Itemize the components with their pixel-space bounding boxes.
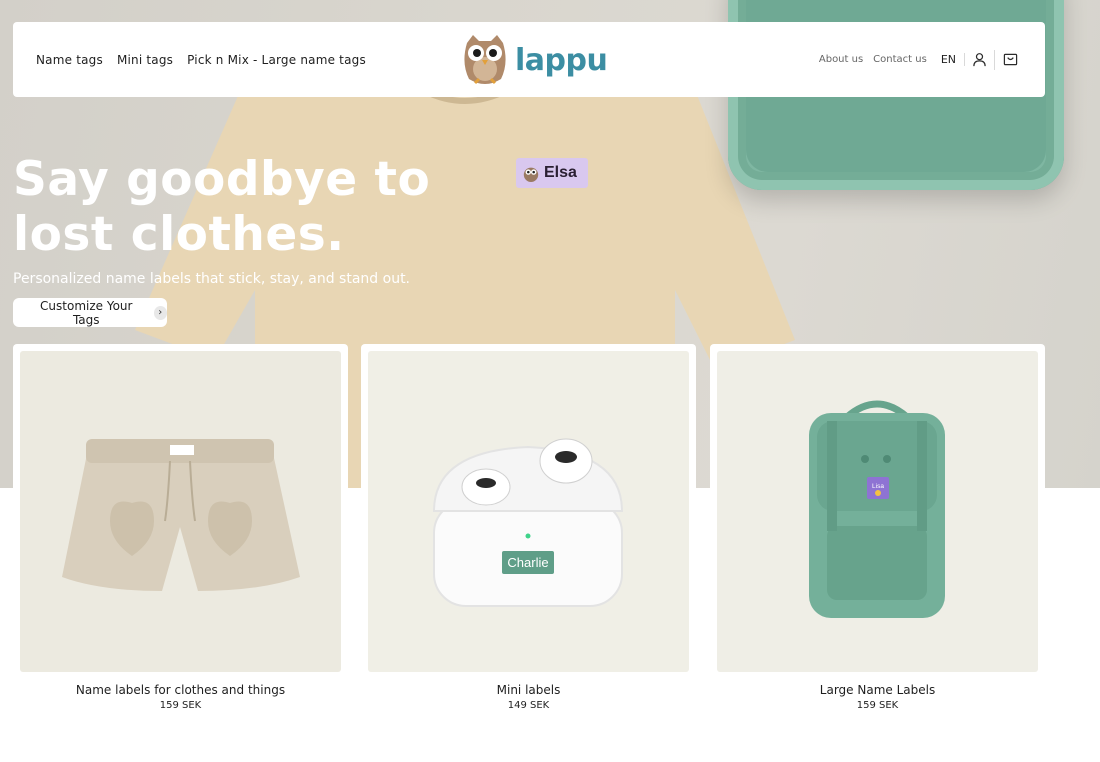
backpack-label-text: Lisa: [872, 483, 884, 490]
product-price: 159 SEK: [159, 700, 202, 711]
nav-pick-n-mix[interactable]: Pick n Mix - Large name tags: [187, 53, 366, 67]
product-title[interactable]: Large Name Labels: [710, 683, 1045, 697]
customize-tags-button[interactable]: Customize Your Tags ›: [13, 298, 167, 327]
logo-text: lappu: [515, 42, 608, 78]
product-image-backpack: Lisa: [717, 351, 1038, 672]
chevron-right-icon: ›: [153, 305, 167, 320]
account-button[interactable]: [965, 49, 995, 70]
product-price: 149 SEK: [507, 700, 550, 711]
product-card-large-labels[interactable]: Lisa Large Name Labels 159 SEK: [710, 344, 1045, 730]
cart-button[interactable]: [995, 50, 1025, 70]
nav-contact-us[interactable]: Contact us: [873, 54, 927, 65]
product-title[interactable]: Mini labels: [361, 683, 696, 697]
nav-mini-tags[interactable]: Mini tags: [117, 53, 173, 67]
product-image-earbuds: Charlie: [368, 351, 689, 672]
customize-tags-label: Customize Your Tags: [40, 298, 133, 327]
cart-icon: [1003, 53, 1017, 66]
user-icon: [973, 53, 986, 67]
product-price: 159 SEK: [856, 700, 899, 711]
product-image-shorts: [20, 351, 341, 672]
owl-icon: [523, 167, 539, 182]
product-title[interactable]: Name labels for clothes and things: [13, 683, 348, 697]
earbuds-image: Charlie: [432, 438, 624, 607]
nav-about-us[interactable]: About us: [819, 54, 863, 65]
nav-name-tags[interactable]: Name tags: [36, 53, 103, 67]
shorts-image: [62, 439, 300, 591]
product-card-name-labels[interactable]: Name labels for clothes and things 159 S…: [13, 344, 348, 730]
owl-logo-icon: [464, 35, 506, 85]
shirt-name-tag: Elsa: [516, 158, 588, 188]
earbuds-label-text: Charlie: [507, 555, 548, 570]
backpack-image: Lisa: [809, 400, 945, 618]
main-nav: Name tags Mini tags Pick n Mix - Large n…: [36, 22, 366, 97]
product-card-mini-labels[interactable]: Charlie Mini labels 149 SEK: [361, 344, 696, 730]
shirt-tag-name: Elsa: [544, 164, 577, 181]
site-header: Name tags Mini tags Pick n Mix - Large n…: [13, 22, 1045, 97]
hero-subtitle: Personalized name labels that stick, sta…: [13, 271, 411, 287]
hero-title: Say goodbye to lost clothes.: [13, 152, 431, 262]
logo[interactable]: lappu: [461, 32, 608, 88]
language-selector[interactable]: EN: [941, 53, 965, 66]
utility-nav: About us Contact us EN: [809, 22, 1025, 97]
